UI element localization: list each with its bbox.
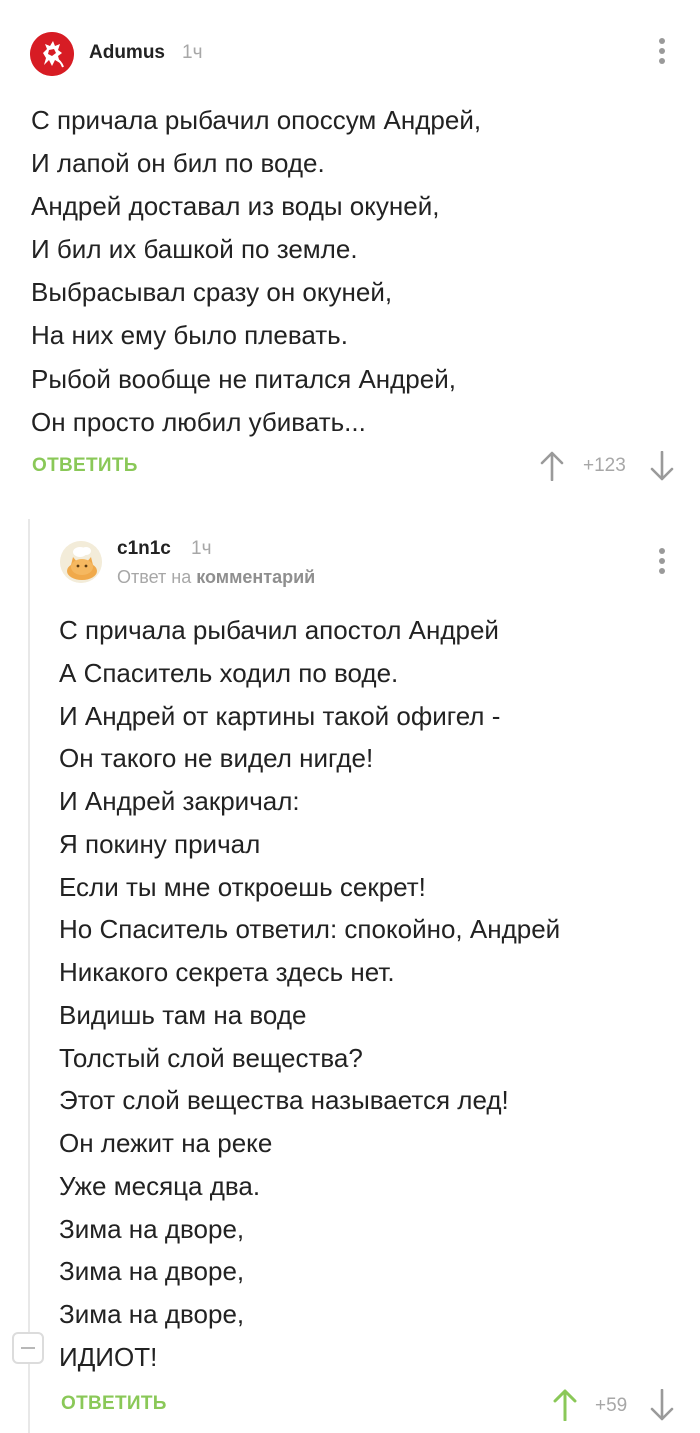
comment-line: Толстый слой вещества? <box>59 1042 363 1073</box>
reply-to-link[interactable]: комментарий <box>196 567 315 587</box>
vote-down-button[interactable] <box>649 1388 675 1426</box>
comment-line: Рыбой вообще не питался Андрей, <box>31 363 456 394</box>
comment-line: Но Спаситель ответил: спокойно, Андрей <box>59 914 561 945</box>
comment-author[interactable]: c1n1c <box>117 538 171 560</box>
comment-line: И бил их башкой по земле. <box>31 234 358 265</box>
comment-line: Он такого не видел нигде! <box>59 743 374 774</box>
vote-up-button[interactable] <box>552 1389 578 1426</box>
reply-to-info: Ответ на комментарий <box>117 567 315 588</box>
comment-author[interactable]: Adumus <box>89 42 165 64</box>
thread-line[interactable] <box>28 519 30 1433</box>
comment-line: ИДИОТ! <box>59 1341 158 1372</box>
comment-line: С причала рыбачил апостол Андрей <box>59 615 499 645</box>
comment-time: 1ч <box>182 42 203 63</box>
comment-line: На них ему было плевать. <box>31 320 348 351</box>
reply-button[interactable]: ОТВЕТИТЬ <box>32 455 138 477</box>
vote-down-button[interactable] <box>649 450 675 486</box>
reply-to-prefix: Ответ на <box>117 567 192 587</box>
comment-line: Видишь там на воде <box>59 999 307 1030</box>
arrow-up-icon <box>553 1389 577 1422</box>
rating-count: +123 <box>583 455 626 476</box>
avatar[interactable] <box>30 32 74 76</box>
comment-line: И Андрей закричал: <box>59 786 300 816</box>
comment-line: Андрей доставал из воды окуней, <box>31 191 440 222</box>
comment-line: Зима на дворе, <box>59 1256 245 1287</box>
comment-line: Этот слой вещества называется лед! <box>59 1085 509 1116</box>
comment-line: Выбрасывал сразу он окуней, <box>31 277 393 308</box>
comment-line: Если ты мне откроешь секрет! <box>59 871 426 902</box>
comment-line: С причала рыбачил опоссум Андрей, <box>31 105 482 135</box>
comment-line: Он просто любил убивать... <box>31 406 366 437</box>
comment-text: С причала рыбачил апостол Андрей А Спаси… <box>59 609 560 1379</box>
comment-line: Зима на дворе, <box>59 1213 245 1244</box>
arrow-down-icon <box>650 1388 674 1421</box>
comment-line: И Андрей от картины такой офигел - <box>59 700 501 731</box>
avatar[interactable] <box>60 541 102 583</box>
vote-up-button[interactable] <box>539 451 565 486</box>
comment-line: И лапой он бил по воде. <box>31 148 325 179</box>
comment-line: А Спаситель ходил по воде. <box>59 657 399 688</box>
comment: Adumus 1ч С причала рыбачил опоссум Андр… <box>0 0 700 500</box>
lion-avatar-icon <box>30 32 74 76</box>
comment-line: Никакого секрета здесь нет. <box>59 957 395 987</box>
comment-line: Он лежит на реке <box>59 1128 273 1158</box>
comment-line: Зима на дворе, <box>59 1299 245 1329</box>
cat-avatar-icon <box>60 541 102 583</box>
arrow-down-icon <box>650 450 674 481</box>
more-vertical-icon[interactable] <box>657 38 667 68</box>
more-vertical-icon[interactable] <box>657 548 667 578</box>
comment-line: Уже месяца два. <box>59 1170 261 1201</box>
comment-line: Я покину причал <box>59 828 261 859</box>
comment-text: С причала рыбачил опоссум Андрей, И лапо… <box>31 99 481 444</box>
arrow-up-icon <box>540 451 564 482</box>
rating-count: +59 <box>595 1395 628 1416</box>
comment-time: 1ч <box>191 538 212 559</box>
reply-button[interactable]: ОТВЕТИТЬ <box>61 1393 167 1415</box>
collapse-icon[interactable] <box>12 1332 44 1364</box>
